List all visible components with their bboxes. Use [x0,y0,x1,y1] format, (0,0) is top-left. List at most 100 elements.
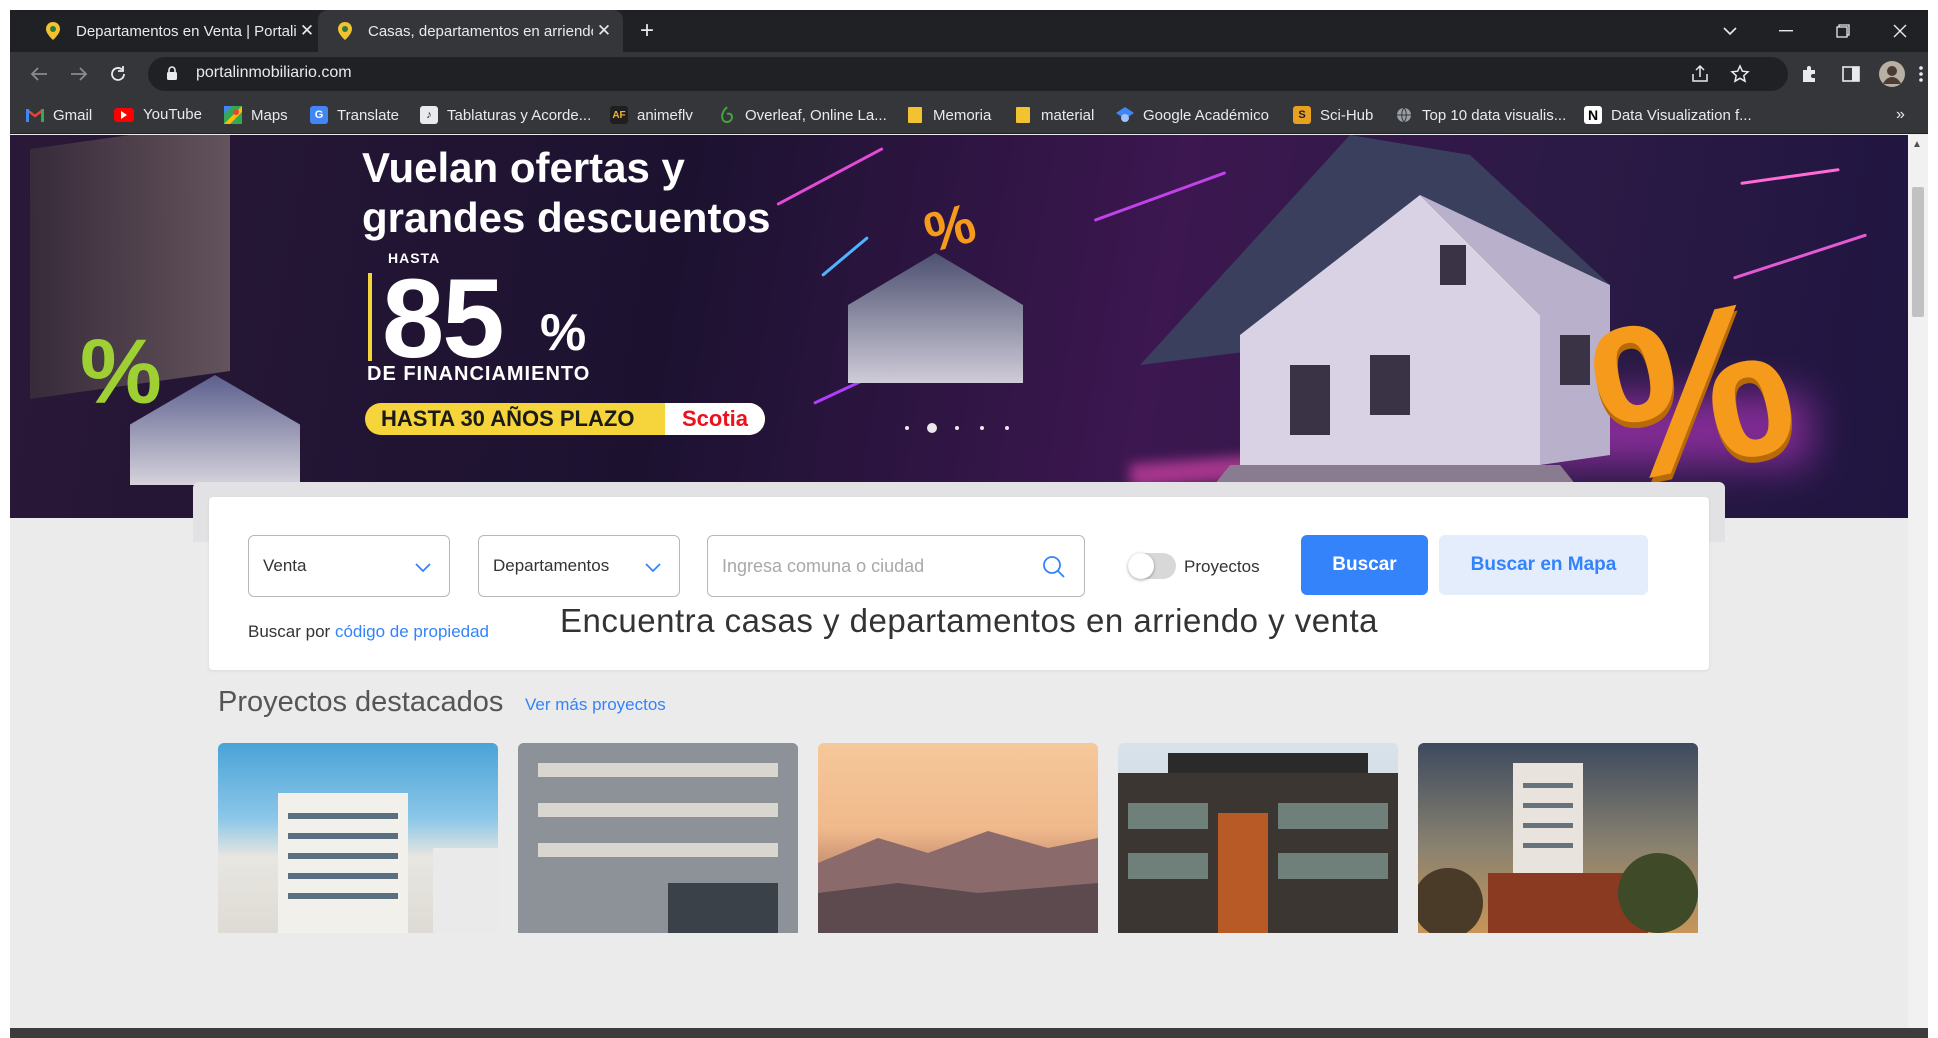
tab-title: Casas, departamentos en arriendo y venta [368,22,593,40]
status-bar [10,1028,1928,1038]
bookmarks-overflow-button[interactable]: » [1896,106,1905,124]
portal-pin-icon [336,22,354,40]
youtube-icon [114,107,134,122]
bookmark-data-visualization[interactable]: N Data Visualization f... [1584,106,1752,124]
search-card: Venta Departamentos Ingresa comuna o ciu… [209,497,1709,670]
hero-accent-bar [368,273,372,361]
bookmark-scihub[interactable]: S Sci-Hub [1293,106,1373,124]
bookmark-overleaf[interactable]: Overleaf, Online La... [718,106,887,124]
map-search-button[interactable]: Buscar en Mapa [1439,535,1648,595]
folder-icon [906,106,924,124]
location-input[interactable]: Ingresa comuna o ciudad [707,535,1085,597]
project-card-image[interactable] [518,743,798,933]
bookmark-gmail[interactable]: Gmail [26,106,92,124]
carousel-dot-active[interactable] [927,423,937,433]
streak [776,147,884,206]
project-card-image[interactable] [1118,743,1398,933]
hero-banner[interactable]: % Vuelan ofertas y grandes descuentos HAS… [10,135,1908,518]
animeflv-icon: AF [610,106,628,124]
hero-financing: DE FINANCIAMIENTO [367,363,591,385]
hero-term: HASTA 30 AÑOS PLAZO [381,406,635,431]
bookmark-star-icon[interactable] [1730,64,1750,89]
gmail-icon [26,106,44,124]
tab-departamentos[interactable]: Departamentos en Venta | Portalinmobilia… [26,10,326,52]
scroll-up-icon[interactable]: ▲ [1912,139,1922,150]
hero-percent-value: 85 [382,256,505,381]
carousel-dot[interactable] [905,426,909,430]
page-headline: Encuentra casas y departamentos en arrie… [560,602,1378,639]
project-card-image[interactable] [218,743,498,933]
project-card-image[interactable] [818,743,1098,933]
reload-icon[interactable] [103,59,133,89]
carousel-dot[interactable] [955,426,959,430]
bookmark-tablaturas[interactable]: ♪ Tablaturas y Acorde... [420,106,591,124]
address-bar[interactable]: portalinmobiliario.com [148,57,1788,91]
page-scrollbar[interactable]: ▲ [1908,135,1928,1038]
maps-icon [224,106,242,124]
bookmark-google-academico[interactable]: Google Académico [1116,106,1269,124]
projects-toggle[interactable] [1128,553,1176,579]
tab-search-icon[interactable] [1702,10,1758,52]
extensions-puzzle-icon[interactable] [1797,61,1823,87]
portal-pin-icon [44,22,62,40]
close-tab-icon[interactable]: ✕ [593,21,615,41]
hero-headline: Vuelan ofertas y grandes descuentos [362,144,771,241]
bookmark-youtube[interactable]: YouTube [114,106,202,123]
hero-term-pill: HASTA 30 AÑOS PLAZO Scotia [365,403,765,435]
bookmark-memoria[interactable]: Memoria [906,106,991,124]
back-arrow-icon[interactable] [24,59,54,89]
browser-menu-icon[interactable] [1916,61,1926,87]
share-icon[interactable] [1690,64,1710,89]
globe-icon [1395,106,1413,124]
restore-icon[interactable] [1815,10,1871,52]
side-panel-icon[interactable] [1838,61,1864,87]
house-image-middle [848,253,1023,383]
bookmark-top10[interactable]: Top 10 data visualis... [1395,106,1566,124]
operation-select[interactable]: Venta [248,535,450,597]
bookmark-maps[interactable]: Maps [224,106,288,124]
close-tab-icon[interactable]: ✕ [296,21,318,41]
hero-percent-sign: % [540,304,587,362]
carousel-dot[interactable] [980,426,984,430]
bookmarks-bar: Gmail YouTube Maps G Translate ♪ Tablatu… [10,96,1928,134]
search-icon[interactable] [1042,555,1066,584]
notion-icon: N [1584,106,1602,124]
streak [821,236,869,277]
bookmark-material[interactable]: material [1014,106,1094,124]
toggle-knob [1128,553,1154,579]
search-button[interactable]: Buscar [1301,535,1428,595]
scotia-logo: Scotia [665,403,765,435]
tab-title: Departamentos en Venta | Portalinmobilia… [76,22,296,40]
chevron-down-icon [645,558,661,578]
browser-window: Departamentos en Venta | Portalinmobilia… [10,10,1928,1038]
translate-icon: G [310,106,328,124]
forward-arrow-icon[interactable] [64,59,94,89]
percent-deco-orange-small: % [917,190,983,265]
overleaf-icon [718,106,736,124]
minimize-icon[interactable] [1758,10,1814,52]
property-type-select[interactable]: Departamentos [478,535,680,597]
browser-toolbar: portalinmobiliario.com [10,52,1928,96]
percent-deco-green: % [80,321,162,423]
scholar-icon [1116,106,1134,124]
close-window-icon[interactable] [1872,10,1928,52]
projects-toggle-label: Proyectos [1184,557,1260,576]
carousel-dots [905,423,1030,433]
see-more-projects-link[interactable]: Ver más proyectos [525,695,666,715]
profile-avatar[interactable] [1879,61,1905,87]
tab-strip: Departamentos en Venta | Portalinmobilia… [10,10,1928,52]
bookmark-translate[interactable]: G Translate [310,106,399,124]
folder-icon [1014,106,1032,124]
url-text[interactable]: portalinmobiliario.com [196,64,352,82]
featured-projects-title: Proyectos destacados [218,686,504,718]
scihub-icon: S [1293,106,1311,124]
bookmark-animeflv[interactable]: AF animeflv [610,106,693,124]
tab-casas-active[interactable]: Casas, departamentos en arriendo y venta… [318,10,623,52]
carousel-dot[interactable] [1005,426,1009,430]
new-tab-button[interactable]: + [634,18,660,44]
chevron-down-icon [415,558,431,578]
project-card-image[interactable] [1418,743,1698,933]
streak [1740,168,1840,185]
scrollbar-thumb[interactable] [1912,187,1924,317]
lock-icon[interactable] [166,66,178,86]
